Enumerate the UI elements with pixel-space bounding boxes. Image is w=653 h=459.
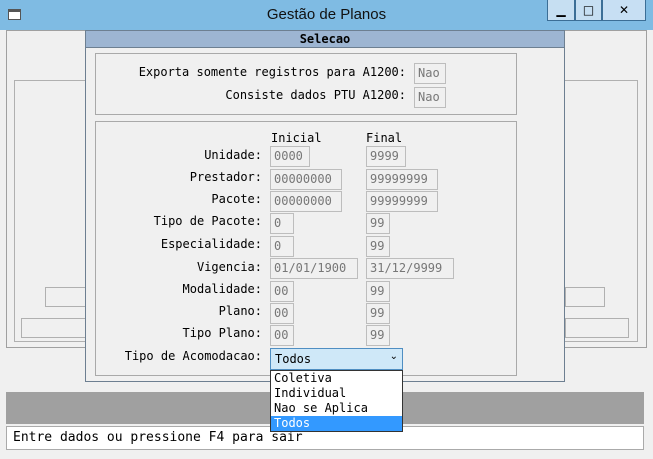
consiste-label: Consiste dados PTU A1200: bbox=[225, 88, 406, 102]
unidade-final-field[interactable]: 9999 bbox=[366, 146, 406, 167]
tipo-plano-label: Tipo Plano: bbox=[182, 326, 262, 340]
modalidade-final-field[interactable]: 99 bbox=[366, 281, 390, 302]
prestador-label: Prestador: bbox=[189, 170, 262, 184]
chevron-down-icon[interactable]: ⌄ bbox=[390, 351, 398, 362]
inicial-header: Inicial bbox=[271, 131, 322, 145]
background-field bbox=[45, 287, 86, 307]
especialidade-label: Especialidade: bbox=[160, 237, 262, 251]
unidade-inicial-field[interactable]: 0000 bbox=[270, 146, 310, 167]
app-window-icon[interactable] bbox=[8, 9, 21, 20]
dropdown-option-nao-se-aplica[interactable]: Nao se Aplica bbox=[271, 401, 402, 416]
dialog-title: Selecao bbox=[86, 31, 564, 48]
pacote-final-field[interactable]: 99999999 bbox=[366, 191, 438, 212]
modalidade-label: Modalidade: bbox=[182, 282, 262, 296]
acomodacao-selected-value: Todos bbox=[275, 352, 312, 366]
vigencia-label: Vigencia: bbox=[196, 260, 262, 274]
minimize-button[interactable]: ▁ bbox=[547, 0, 575, 21]
consiste-field[interactable]: Nao bbox=[414, 87, 446, 108]
export-label: Exporta somente registros para A1200: bbox=[138, 65, 406, 79]
final-header: Final bbox=[366, 131, 403, 145]
especialidade-inicial-field[interactable]: 0 bbox=[270, 236, 294, 257]
close-icon: ✕ bbox=[618, 3, 630, 17]
dropdown-option-individual[interactable]: Individual bbox=[271, 386, 402, 401]
tipo-plano-inicial-field[interactable]: 00 bbox=[270, 325, 294, 346]
minimize-icon: ▁ bbox=[556, 3, 566, 17]
tipo-plano-final-field[interactable]: 99 bbox=[366, 325, 390, 346]
especialidade-final-field[interactable]: 99 bbox=[366, 236, 390, 257]
tipo-pacote-inicial-field[interactable]: 0 bbox=[270, 213, 294, 234]
dropdown-option-coletiva[interactable]: Coletiva bbox=[271, 371, 402, 386]
vigencia-final-field[interactable]: 31/12/9999 bbox=[366, 258, 454, 279]
acomodacao-label: Tipo de Acomodacao: bbox=[124, 349, 262, 363]
close-button[interactable]: ✕ bbox=[602, 0, 646, 21]
tipo-pacote-final-field[interactable]: 99 bbox=[366, 213, 390, 234]
tipo-pacote-label: Tipo de Pacote: bbox=[153, 214, 262, 228]
dropdown-option-todos[interactable]: Todos bbox=[271, 416, 402, 431]
maximize-icon: □ bbox=[582, 3, 595, 17]
export-options-group bbox=[95, 53, 517, 115]
window-title: Gestão de Planos bbox=[266, 6, 387, 23]
acomodacao-dropdown-list: Coletiva Individual Nao se Aplica Todos bbox=[270, 370, 403, 432]
pacote-inicial-field[interactable]: 00000000 bbox=[270, 191, 342, 212]
plano-label: Plano: bbox=[218, 304, 262, 318]
prestador-inicial-field[interactable]: 00000000 bbox=[270, 169, 342, 190]
pacote-label: Pacote: bbox=[211, 192, 262, 206]
modalidade-inicial-field[interactable]: 00 bbox=[270, 281, 294, 302]
background-field bbox=[565, 318, 629, 338]
maximize-button[interactable]: □ bbox=[575, 0, 602, 21]
background-field bbox=[21, 318, 86, 338]
acomodacao-select[interactable]: Todos ⌄ bbox=[270, 348, 403, 370]
plano-final-field[interactable]: 99 bbox=[366, 303, 390, 324]
plano-inicial-field[interactable]: 00 bbox=[270, 303, 294, 324]
prestador-final-field[interactable]: 99999999 bbox=[366, 169, 438, 190]
background-field bbox=[565, 287, 605, 307]
export-field[interactable]: Nao bbox=[414, 63, 446, 84]
vigencia-inicial-field[interactable]: 01/01/1900 bbox=[270, 258, 358, 279]
unidade-label: Unidade: bbox=[204, 148, 262, 162]
